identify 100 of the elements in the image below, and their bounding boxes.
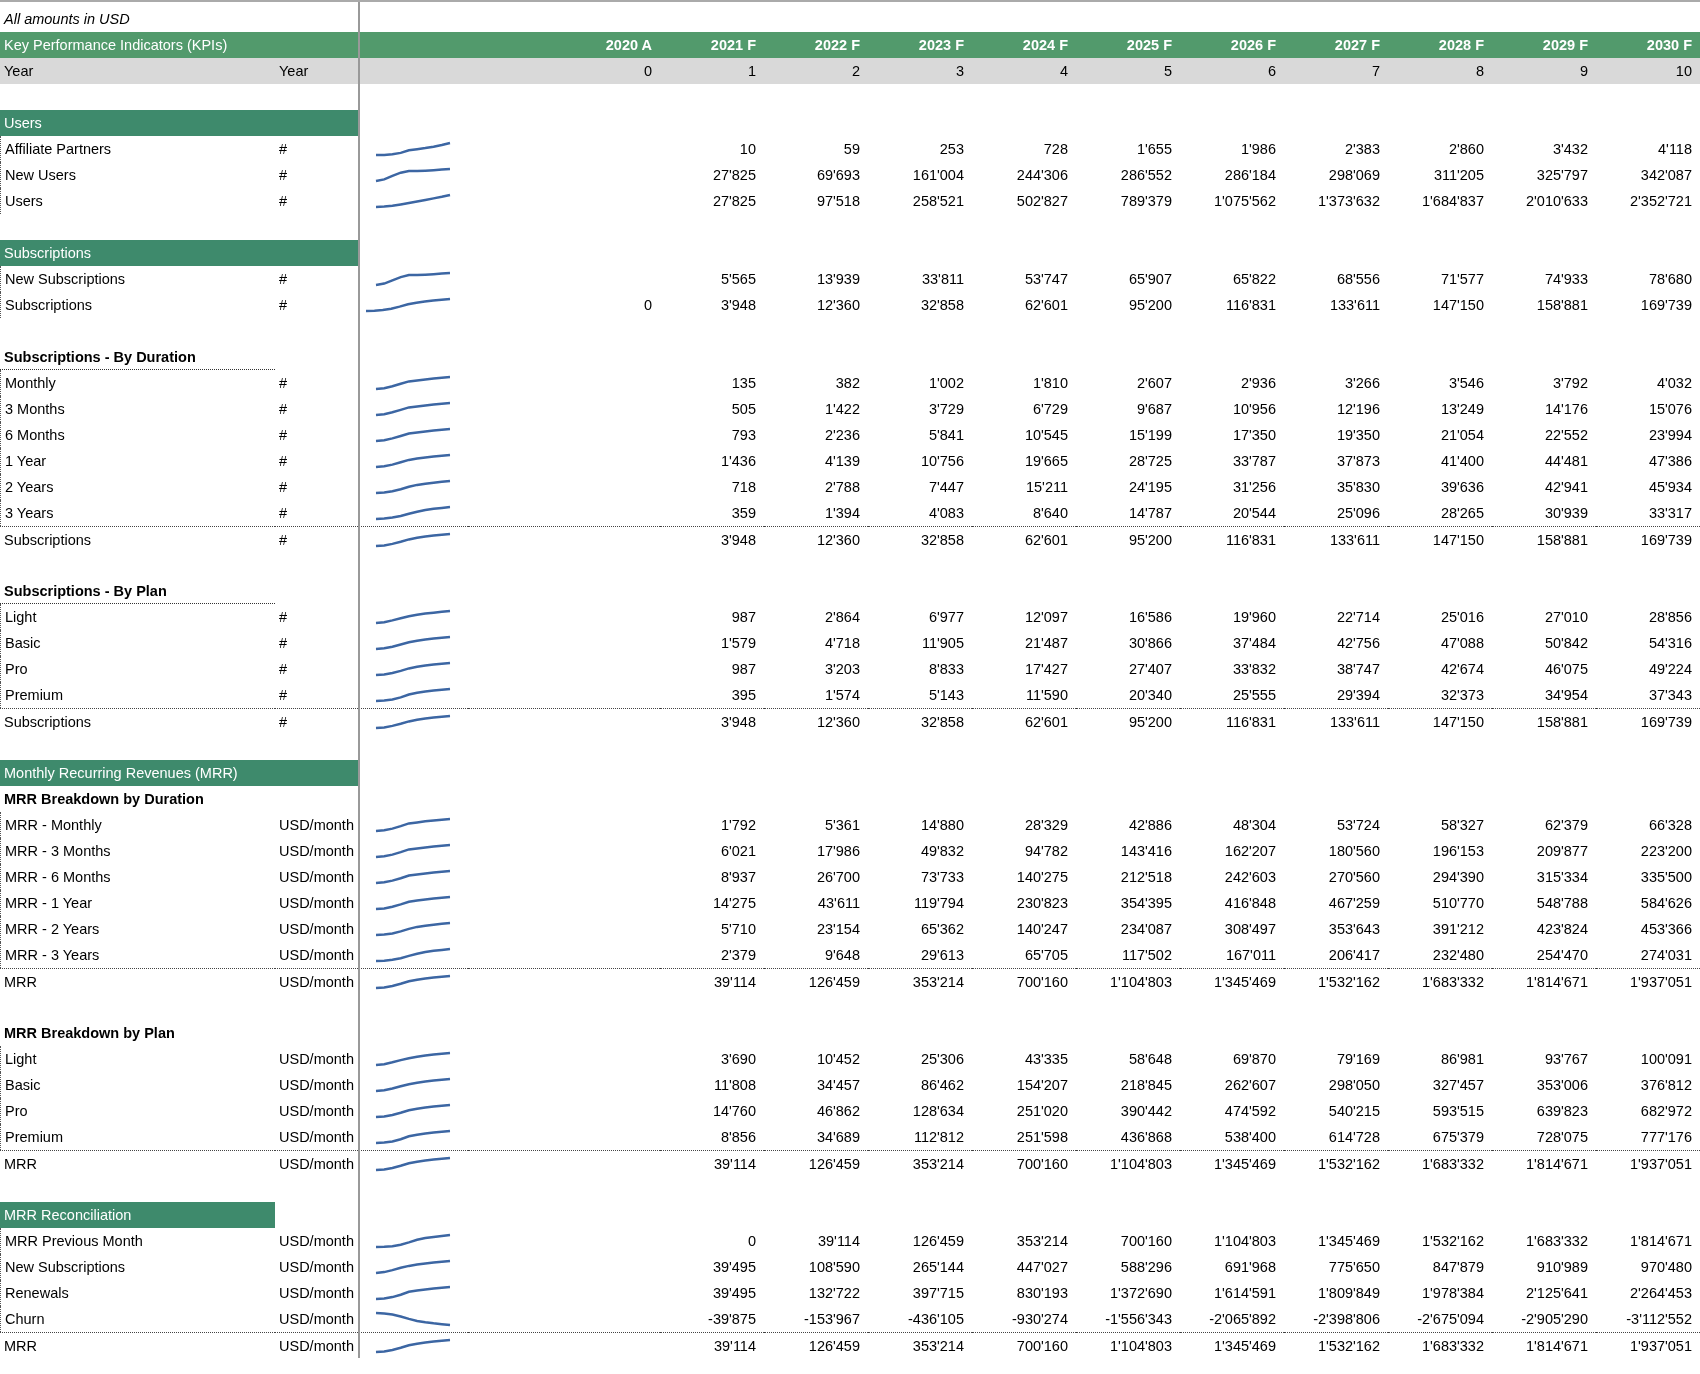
table-cell: 1'937'051 (1596, 1150, 1700, 1176)
table-cell-text: 42'674 (1439, 660, 1485, 679)
table-cell-text: 13'249 (1439, 400, 1485, 419)
table-cell: 95'200 (1076, 526, 1180, 552)
table-cell-text: 270'560 (1327, 868, 1381, 887)
row-label: Premium (0, 1124, 275, 1150)
table-cell: 1'104'803 (1076, 968, 1180, 994)
unit-label: USD/month (275, 1332, 358, 1358)
table-cell-text: 17'350 (1231, 426, 1277, 445)
row-label: Monthly (0, 370, 275, 396)
table-cell-text: 17'986 (815, 842, 861, 861)
table-cell: 1'345'469 (1180, 1150, 1284, 1176)
table-cell-text: 728'075 (1535, 1128, 1589, 1147)
table-cell-text: 593'515 (1431, 1102, 1485, 1121)
table-cell-text: -2'905'290 (1520, 1310, 1589, 1329)
row-label: Pro (0, 656, 275, 682)
table-cell-text: 3'203 (823, 660, 861, 679)
table-cell-text: 65'362 (919, 920, 965, 939)
note-text: All amounts in USD (2, 10, 131, 29)
table-cell-text: 311'205 (1432, 166, 1485, 185)
table-cell-text: 1'792 (719, 816, 757, 835)
table-cell: 126'459 (764, 1150, 868, 1176)
table-cell: 4 (972, 58, 1076, 84)
table-cell-text: 286'184 (1223, 166, 1277, 185)
table-cell-text: 1'373'632 (1317, 192, 1381, 211)
unit-label: USD/month (278, 1102, 355, 1121)
table-cell-text: 140'275 (1015, 868, 1069, 887)
table-cell-text: 37'873 (1335, 452, 1381, 471)
table-cell-text: 209'877 (1535, 842, 1589, 861)
table-cell-text: 830'193 (1015, 1284, 1069, 1303)
table-cell-text: 28'329 (1023, 816, 1069, 835)
table-cell-text: 691'968 (1223, 1258, 1277, 1277)
unit-label: USD/month (278, 842, 355, 861)
table-cell-text: 86'462 (919, 1076, 965, 1095)
table-cell-text: 147'150 (1431, 296, 1485, 315)
table-cell-text: 132'722 (807, 1284, 861, 1303)
table-cell-text: 50'842 (1543, 634, 1589, 653)
row-label: Churn (0, 1306, 275, 1332)
table-cell: 32'858 (868, 708, 972, 734)
row-label: Renewals (0, 1280, 275, 1306)
table-cell-text: 294'390 (1431, 868, 1485, 887)
row-label: Pro (0, 1098, 275, 1124)
unit-label: USD/month (278, 868, 355, 887)
table-cell: 169'739 (1596, 526, 1700, 552)
table-cell-text: -1'556'343 (1104, 1310, 1173, 1329)
table-cell: 3 (868, 58, 972, 84)
table-cell-text: 538'400 (1223, 1128, 1277, 1147)
table-cell-text: 397'715 (911, 1284, 965, 1303)
table-cell: 32'858 (868, 526, 972, 552)
table-cell-text: 38'747 (1335, 660, 1381, 679)
table-cell-text: 26'700 (815, 868, 861, 887)
row-label: Users (0, 188, 275, 214)
table-cell-text: 675'379 (1431, 1128, 1485, 1147)
unit-label: USD/month (275, 1150, 358, 1176)
row-label: MRR - 6 Months (0, 864, 275, 890)
unit-label: USD/month (278, 1050, 355, 1069)
table-cell: 116'831 (1180, 708, 1284, 734)
table-cell: 1'532'162 (1284, 968, 1388, 994)
table-cell-text: 8'856 (719, 1128, 757, 1147)
table-cell-text: 2'788 (823, 478, 861, 497)
row-label: New Subscriptions (0, 1254, 275, 1280)
table-cell-text: 68'556 (1335, 270, 1381, 289)
table-cell-text: 1'075'562 (1213, 192, 1277, 211)
table-cell-text: 135 (730, 374, 757, 393)
table-cell-text: 467'259 (1327, 894, 1381, 913)
table-cell-text: 474'592 (1223, 1102, 1277, 1121)
table-cell-text: 540'215 (1327, 1102, 1381, 1121)
table-cell-text: 1'684'837 (1421, 192, 1485, 211)
table-cell-text: 28'856 (1647, 608, 1693, 627)
table-cell-text: 19'960 (1231, 608, 1277, 627)
table-cell-text: -436'105 (907, 1310, 965, 1329)
table-cell: 1'345'469 (1180, 1332, 1284, 1358)
table-cell-text: 43'335 (1023, 1050, 1069, 1069)
table-cell: 5 (1076, 58, 1180, 84)
table-cell-text: 308'497 (1223, 920, 1277, 939)
table-cell-text: 86'981 (1439, 1050, 1485, 1069)
table-cell-text: 354'395 (1119, 894, 1173, 913)
table-cell-text: 10'756 (919, 452, 965, 471)
group-title: MRR Breakdown by Duration (3, 790, 205, 809)
table-cell-text: 7'447 (927, 478, 965, 497)
table-cell-text: 25'555 (1231, 686, 1277, 705)
table-cell-text: 242'603 (1223, 868, 1277, 887)
table-cell: 62'601 (972, 526, 1076, 552)
table-cell-text: 5'841 (927, 426, 965, 445)
table-cell-text: 728 (1042, 140, 1069, 159)
table-cell: 1'937'051 (1596, 968, 1700, 994)
table-cell: 700'160 (972, 968, 1076, 994)
table-cell-text: 1'002 (927, 374, 965, 393)
unit-label: # (278, 478, 289, 497)
table-cell-text: 4'118 (1657, 140, 1693, 159)
table-cell-text: 13'939 (815, 270, 861, 289)
table-cell-text: 66'328 (1647, 816, 1693, 835)
table-cell-text: 212'518 (1119, 868, 1173, 887)
table-cell-text: 11'808 (713, 1076, 757, 1095)
table-cell-text: 20'340 (1127, 686, 1173, 705)
row-label: New Users (0, 162, 275, 188)
table-cell-text: 453'366 (1639, 920, 1693, 939)
table-cell: 1'683'332 (1388, 1150, 1492, 1176)
table-cell-text: 33'787 (1231, 452, 1277, 471)
table-cell-text: 29'613 (919, 946, 965, 965)
